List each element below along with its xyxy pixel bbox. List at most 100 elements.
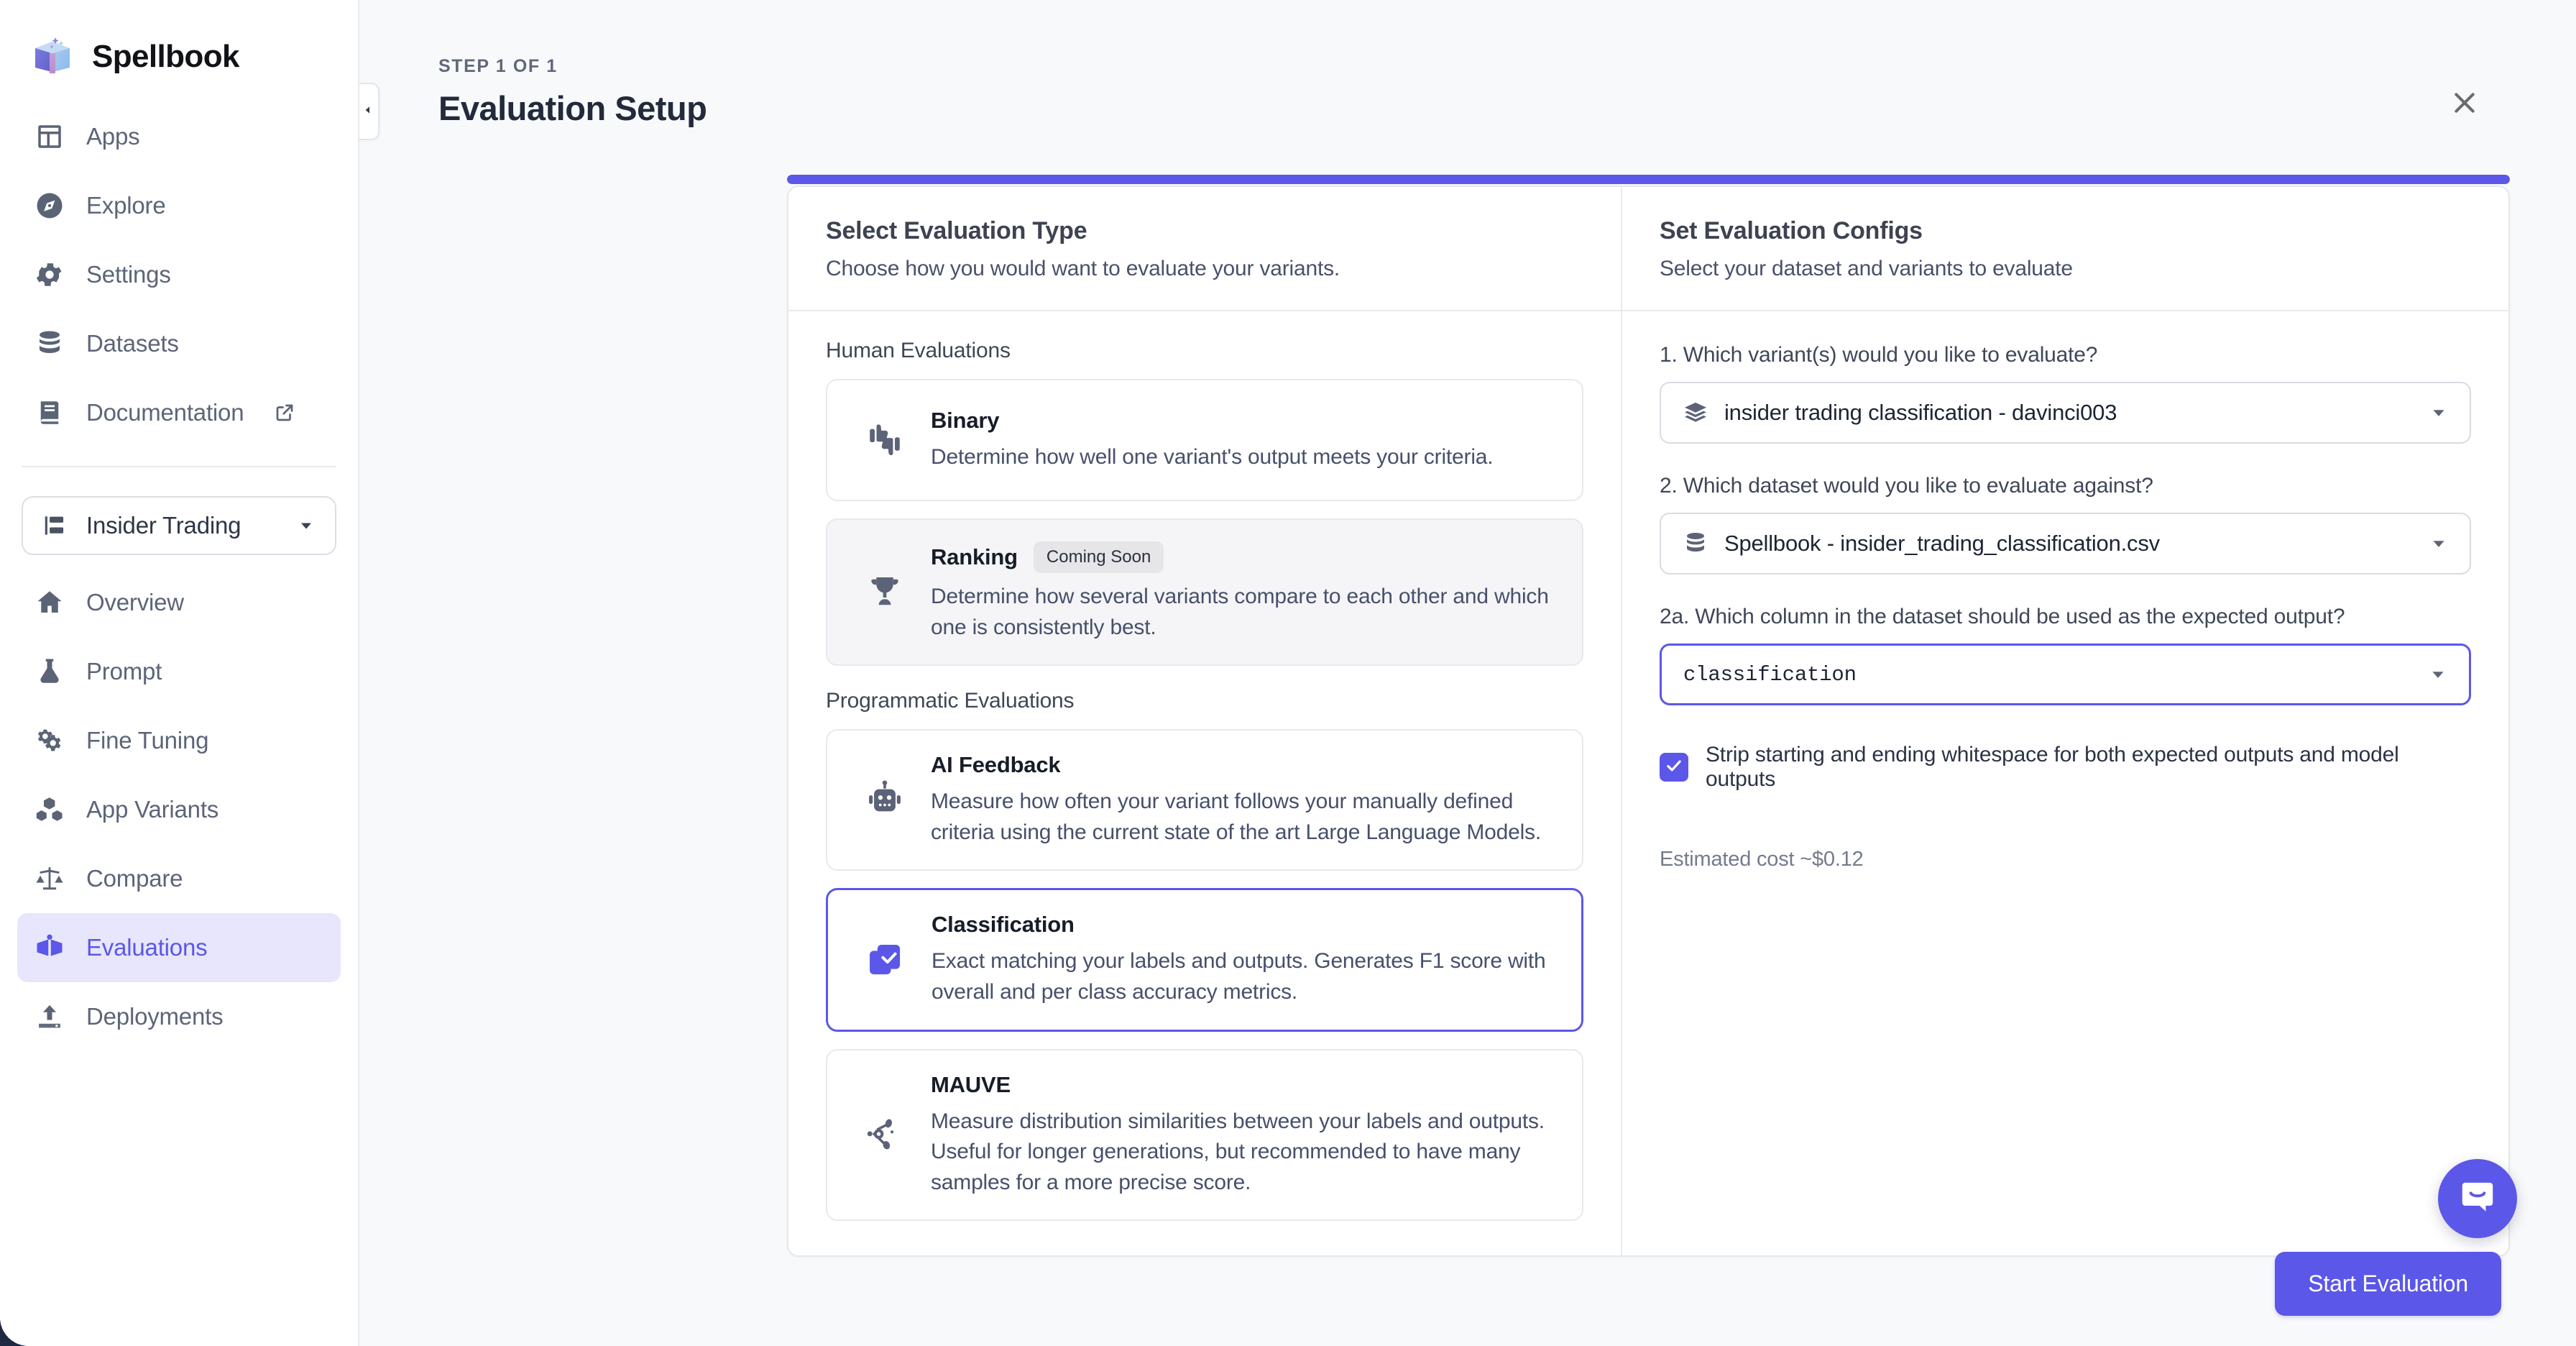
sidebar-item-label: Settings — [86, 261, 171, 288]
spellbook-logo-icon — [32, 36, 73, 78]
sidebar-item-label: Prompt — [86, 658, 162, 685]
sidebar-item-label: Deployments — [86, 1003, 224, 1030]
sidebar-item-label: Datasets — [86, 330, 179, 357]
panel-subheading: Choose how you would want to evaluate yo… — [826, 257, 1340, 280]
evaluation-configs-panel: Set Evaluation Configs Select your datas… — [1622, 187, 2508, 1255]
sidebar-item-datasets[interactable]: Datasets — [17, 309, 341, 378]
sidebar-item-overview[interactable]: Overview — [17, 568, 341, 637]
estimated-cost: Estimated cost ~$0.12 — [1660, 848, 1864, 871]
sidebar-item-settings[interactable]: Settings — [17, 240, 341, 309]
panel-heading: Set Evaluation Configs — [1660, 217, 1923, 244]
chevron-down-icon — [2429, 403, 2448, 422]
project-selector[interactable]: Insider Trading — [22, 496, 336, 555]
close-icon — [2450, 88, 2479, 121]
eval-card-classification[interactable]: Classification Exact matching your label… — [826, 888, 1583, 1032]
page-title: Evaluation Setup — [438, 89, 707, 127]
upload-icon — [34, 1002, 65, 1032]
window-corner — [0, 1317, 29, 1346]
brand[interactable]: Spellbook — [0, 0, 358, 86]
chevron-down-icon — [296, 516, 316, 536]
check-icon — [1665, 756, 1683, 779]
eval-card-title-row: Ranking Coming Soon — [931, 541, 1558, 573]
eval-card-mauve[interactable]: MAUVE Measure distribution similarities … — [826, 1048, 1583, 1222]
book-icon — [34, 398, 65, 428]
sidebar-item-fine-tuning[interactable]: Fine Tuning — [17, 706, 341, 775]
chevron-down-icon — [2429, 534, 2448, 553]
eval-card-title-row: Classification — [932, 912, 1557, 938]
eval-card-text: AI Feedback Measure how often your varia… — [918, 752, 1558, 848]
close-button[interactable] — [2438, 78, 2491, 131]
trophy-icon — [852, 572, 918, 613]
database-icon — [34, 329, 65, 359]
question-expected-column: 2a. Which column in the dataset should b… — [1660, 605, 2471, 705]
sidebar-item-deployments[interactable]: Deployments — [17, 982, 341, 1051]
variant-select[interactable]: insider trading classification - davinci… — [1660, 382, 2471, 444]
variant-select-value: insider trading classification - davinci… — [1724, 400, 2117, 425]
open-book-icon — [34, 933, 65, 963]
support-chat-button[interactable] — [2438, 1159, 2517, 1238]
question-dataset: 2. Which dataset would you like to evalu… — [1660, 474, 2471, 574]
wizard-header: STEP 1 OF 1 Evaluation Setup — [359, 0, 2576, 128]
project-nav: Overview Prompt Fine Tuning App Variants — [0, 555, 358, 1051]
sidebar-item-documentation[interactable]: Documentation — [17, 378, 341, 447]
eval-card-text: Binary Determine how well one variant's … — [918, 408, 1558, 473]
main-content: STEP 1 OF 1 Evaluation Setup Select Eval… — [359, 0, 2576, 1346]
eval-card-description: Measure how often your variant follows y… — [931, 789, 1541, 844]
sidebar-item-app-variants[interactable]: App Variants — [17, 775, 341, 844]
boxes-icon — [34, 795, 65, 825]
eval-card-text: Classification Exact matching your label… — [919, 912, 1557, 1007]
layers-icon — [1683, 400, 1708, 426]
setup-panels: Select Evaluation Type Choose how you wo… — [787, 186, 2510, 1257]
strip-whitespace-label: Strip starting and ending whitespace for… — [1706, 743, 2399, 791]
eval-card-text: MAUVE Measure distribution similarities … — [918, 1072, 1558, 1199]
sidebar-item-apps[interactable]: Apps — [17, 102, 341, 171]
external-link-icon — [274, 402, 295, 424]
dataset-select[interactable]: Spellbook - insider_trading_classificati… — [1660, 513, 2471, 574]
eval-card-description: Exact matching your labels and outputs. … — [932, 949, 1546, 1004]
dataset-select-value: Spellbook - insider_trading_classificati… — [1724, 531, 2160, 556]
step-indicator: STEP 1 OF 1 — [438, 56, 558, 76]
sidebar-collapse-toggle[interactable] — [359, 83, 380, 140]
sidebar-item-explore[interactable]: Explore — [17, 171, 341, 240]
question-dataset-label: 2. Which dataset would you like to evalu… — [1660, 474, 2153, 498]
eval-card-title: Ranking — [931, 544, 1018, 569]
sidebar-item-label: Apps — [86, 123, 140, 150]
project-tree-icon — [42, 512, 69, 539]
strip-whitespace-checkbox[interactable] — [1660, 753, 1688, 782]
sidebar-item-evaluations[interactable]: Evaluations — [17, 913, 341, 982]
home-icon — [34, 587, 65, 618]
sidebar-item-compare[interactable]: Compare — [17, 844, 341, 913]
gears-icon — [34, 725, 65, 756]
gear-icon — [34, 260, 65, 290]
question-variant-label: 1. Which variant(s) would you like to ev… — [1660, 343, 2098, 367]
eval-card-description: Measure distribution similarities betwee… — [931, 1109, 1545, 1194]
wizard-progress-bar — [787, 175, 2510, 184]
expected-column-select-value: classification — [1683, 662, 1857, 687]
flask-icon — [34, 656, 65, 687]
evaluation-configs-header: Set Evaluation Configs Select your datas… — [1622, 187, 2508, 311]
eval-card-title: Classification — [932, 912, 1075, 938]
thumbs-up-down-icon — [852, 420, 918, 460]
project-selector-label: Insider Trading — [86, 512, 242, 539]
eval-card-ranking[interactable]: Ranking Coming Soon Determine how severa… — [826, 518, 1583, 667]
sidebar-item-prompt[interactable]: Prompt — [17, 637, 341, 706]
eval-card-ai-feedback[interactable]: AI Feedback Measure how often your varia… — [826, 729, 1583, 871]
compass-icon — [34, 191, 65, 221]
strip-whitespace-row: Strip starting and ending whitespace for… — [1660, 743, 2471, 792]
checked-document-icon — [852, 940, 919, 980]
network-nodes-icon — [852, 1114, 918, 1155]
eval-card-title: Binary — [931, 407, 1000, 433]
primary-nav: Apps Explore Settings Datasets Documenta… — [0, 86, 358, 447]
sidebar-item-label: Evaluations — [86, 934, 208, 961]
start-evaluation-button[interactable]: Start Evaluation — [2275, 1252, 2501, 1316]
evaluation-configs-form: 1. Which variant(s) would you like to ev… — [1622, 311, 2508, 871]
sidebar-item-label: Overview — [86, 589, 184, 615]
eval-card-binary[interactable]: Binary Determine how well one variant's … — [826, 379, 1583, 501]
sidebar-item-label: Explore — [86, 192, 166, 219]
sidebar-divider — [22, 466, 336, 467]
evaluation-type-panel: Select Evaluation Type Choose how you wo… — [788, 187, 1622, 1255]
eval-card-text: Ranking Coming Soon Determine how severa… — [918, 541, 1558, 643]
evaluation-type-header: Select Evaluation Type Choose how you wo… — [788, 187, 1621, 311]
expected-column-select[interactable]: classification — [1660, 644, 2471, 705]
apps-grid-icon — [34, 122, 65, 152]
